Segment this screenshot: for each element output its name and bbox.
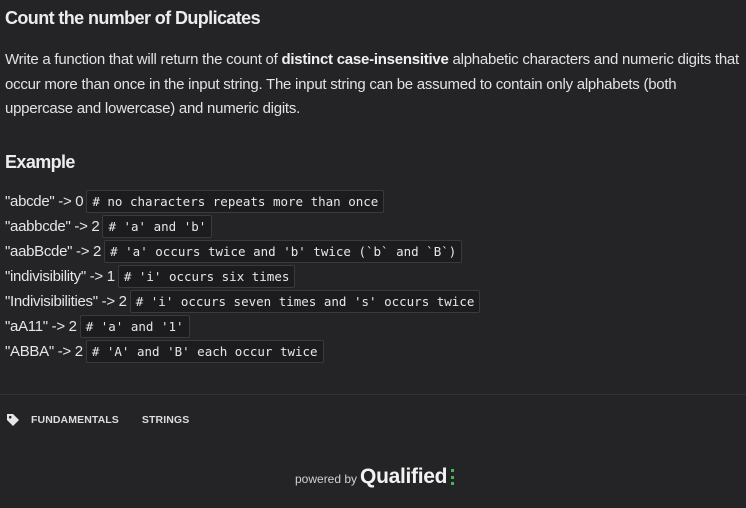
kata-tags: FUNDAMENTALS STRINGS [6,413,212,427]
example-input: "indivisibility" -> 1 [5,267,115,285]
example-comment-code: # 'i' occurs six times [117,264,296,288]
qualified-logo-dots-icon [451,469,455,485]
tag-strings[interactable]: STRINGS [142,414,189,426]
tag-icon [6,413,20,427]
example-input: "aabbcde" -> 2 [5,217,100,235]
example-comment-code: # 'a' and 'b' [102,214,213,238]
description-text-start: Write a function that will return the co… [5,51,282,68]
example-input: "Indivisibilities" -> 2 [5,292,127,310]
example-input: "abcde" -> 0 [5,192,84,210]
example-input: "aA11" -> 2 [5,317,77,335]
example-row: "Indivisibilities" -> 2 # 'i' occurs sev… [5,289,481,313]
example-row: "ABBA" -> 2 # 'A' and 'B' each occur twi… [5,339,480,363]
example-input: "aabBcde" -> 2 [5,242,102,260]
example-row: "abcde" -> 0 # no characters repeats mor… [5,189,480,213]
example-comment-code: # 'a' and '1' [79,314,190,338]
qualified-logo: Qualified [360,465,448,488]
section-divider [0,394,746,395]
example-input: "ABBA" -> 2 [5,342,83,360]
example-comment-code: # 'i' occurs seven times and 's' occurs … [129,289,481,313]
example-row: "indivisibility" -> 1 # 'i' occurs six t… [5,264,480,288]
kata-title: Count the number of Duplicates [5,8,261,28]
powered-by-footer[interactable]: powered by Qualified [295,465,455,489]
powered-by-text: powered by [295,472,358,486]
example-comment-code: # 'A' and 'B' each occur twice [85,339,324,363]
tag-fundamentals[interactable]: FUNDAMENTALS [31,414,119,426]
description-emphasis: distinct case-insensitive [281,51,449,68]
example-row: "aA11" -> 2 # 'a' and '1' [5,314,480,338]
example-comment-code: # no characters repeats more than once [86,189,385,213]
examples-list: "abcde" -> 0 # no characters repeats mor… [5,189,481,364]
example-comment-code: # 'a' occurs twice and 'b' twice (`b` an… [104,239,463,263]
kata-description-panel: Count the number of Duplicates Write a f… [0,0,746,508]
kata-description: Write a function that will return the co… [5,48,743,122]
example-row: "aabbcde" -> 2 # 'a' and 'b' [5,214,480,238]
example-row: "aabBcde" -> 2 # 'a' occurs twice and 'b… [5,239,480,263]
example-heading: Example [5,152,75,172]
